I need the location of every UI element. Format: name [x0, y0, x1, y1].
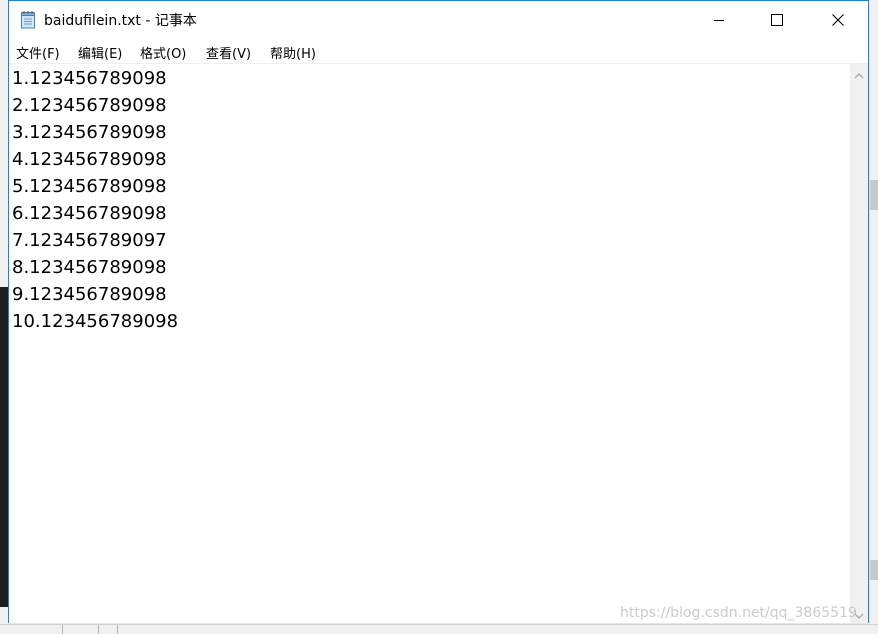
menu-file[interactable]: 文件(F)	[16, 42, 60, 63]
text-line: 4.123456789098	[12, 149, 167, 170]
menu-view[interactable]: 查看(V)	[206, 42, 251, 63]
close-icon	[832, 11, 844, 30]
text-line: 8.123456789098	[12, 257, 167, 278]
minimize-icon	[713, 11, 725, 30]
chevron-up-icon	[854, 64, 864, 83]
text-line: 10.123456789098	[12, 311, 179, 332]
notepad-window: baidufilein.txt - 记事本 文件(F) 编辑(E) 格式(O) …	[8, 0, 869, 623]
menu-edit[interactable]: 编辑(E)	[78, 42, 122, 63]
close-button[interactable]	[815, 1, 861, 39]
window-title: baidufilein.txt - 记事本	[44, 13, 197, 29]
desktop-background-right-block	[870, 180, 878, 210]
text-line: 1.123456789098	[12, 68, 167, 89]
watermark-text: https://blog.csdn.net/qq_3865519	[620, 605, 857, 621]
text-line: 6.123456789098	[12, 203, 167, 224]
maximize-button[interactable]	[754, 1, 800, 39]
maximize-icon	[771, 11, 783, 30]
text-line: 9.123456789098	[12, 284, 167, 305]
scroll-up-button[interactable]	[850, 63, 868, 83]
text-line: 7.123456789097	[12, 230, 167, 251]
menu-bar: 文件(F) 编辑(E) 格式(O) 查看(V) 帮助(H)	[9, 39, 868, 63]
text-line: 5.123456789098	[12, 176, 167, 197]
minimize-button[interactable]	[696, 1, 742, 39]
text-line: 2.123456789098	[12, 95, 167, 116]
text-line: 3.123456789098	[12, 122, 167, 143]
desktop-background-dark-strip	[0, 287, 8, 607]
title-bar[interactable]: baidufilein.txt - 记事本	[9, 1, 868, 39]
menu-format[interactable]: 格式(O)	[140, 42, 186, 63]
vertical-scrollbar[interactable]	[850, 63, 868, 623]
desktop-background-right	[870, 0, 878, 633]
desktop-background-right-block-lower	[870, 560, 878, 580]
notepad-icon[interactable]	[20, 10, 36, 29]
text-editor[interactable]: 1.123456789098 2.123456789098 3.12345678…	[9, 63, 850, 623]
menu-help[interactable]: 帮助(H)	[270, 42, 316, 63]
